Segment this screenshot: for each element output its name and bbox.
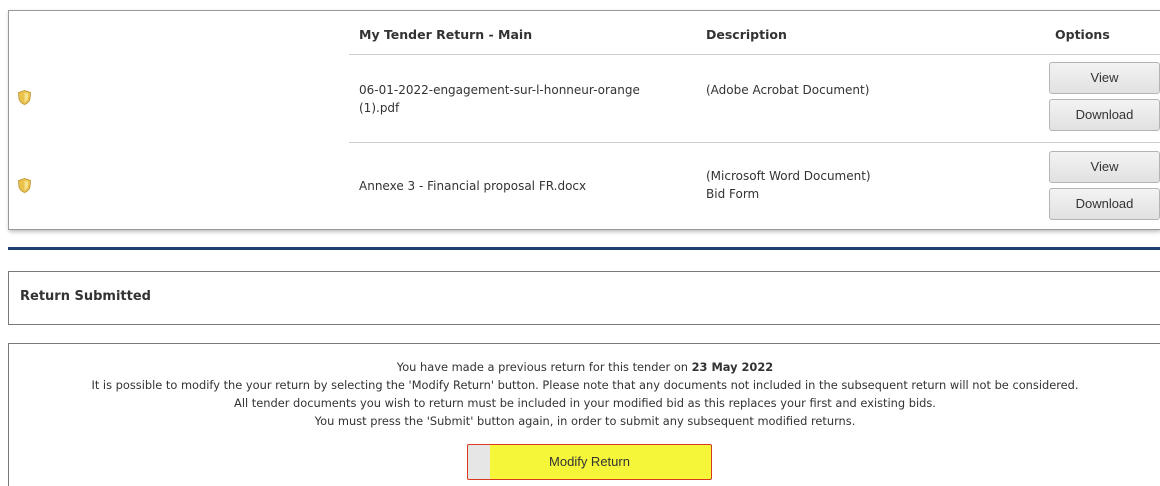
document-description: (Adobe Acrobat Document) xyxy=(706,83,870,97)
document-filename: 06-01-2022-engagement-sur-l-honneur-oran… xyxy=(359,83,640,97)
modify-instructions-text: It is possible to modify the your return… xyxy=(91,378,1079,392)
documents-notice-text: All tender documents you wish to return … xyxy=(234,396,936,410)
view-button[interactable]: View xyxy=(1049,151,1160,183)
return-info-panel: You have made a previous return for this… xyxy=(8,343,1160,486)
section-divider xyxy=(8,247,1160,250)
column-header-name: My Tender Return - Main xyxy=(359,27,533,42)
row-divider xyxy=(349,142,1160,143)
submit-notice-text: You must press the 'Submit' button again… xyxy=(314,414,856,428)
documents-table: My Tender Return - Main Description Opti… xyxy=(8,10,1160,230)
document-filename: Annexe 3 - Financial proposal FR.docx xyxy=(359,179,587,193)
shield-icon xyxy=(18,178,31,193)
download-button[interactable]: Download xyxy=(1049,99,1160,131)
column-header-description: Description xyxy=(706,27,787,42)
view-button[interactable]: View xyxy=(1049,62,1160,94)
previous-return-label: You have made a previous return for this… xyxy=(396,360,692,374)
document-description: (Microsoft Word Document) xyxy=(706,169,871,183)
column-header-options: Options xyxy=(1055,27,1110,42)
return-submitted-panel: Return Submitted xyxy=(8,271,1160,325)
document-filename-cont: (1).pdf xyxy=(359,101,400,115)
previous-return-text: You have made a previous return for this… xyxy=(9,360,1160,374)
previous-return-date: 23 May 2022 xyxy=(691,360,774,374)
modify-return-button[interactable]: Modify Return xyxy=(467,444,712,480)
download-button[interactable]: Download xyxy=(1049,188,1160,220)
header-divider xyxy=(349,54,1160,55)
document-description-note: Bid Form xyxy=(706,187,760,201)
panel-title: Return Submitted xyxy=(20,289,151,304)
shield-icon xyxy=(18,90,31,105)
